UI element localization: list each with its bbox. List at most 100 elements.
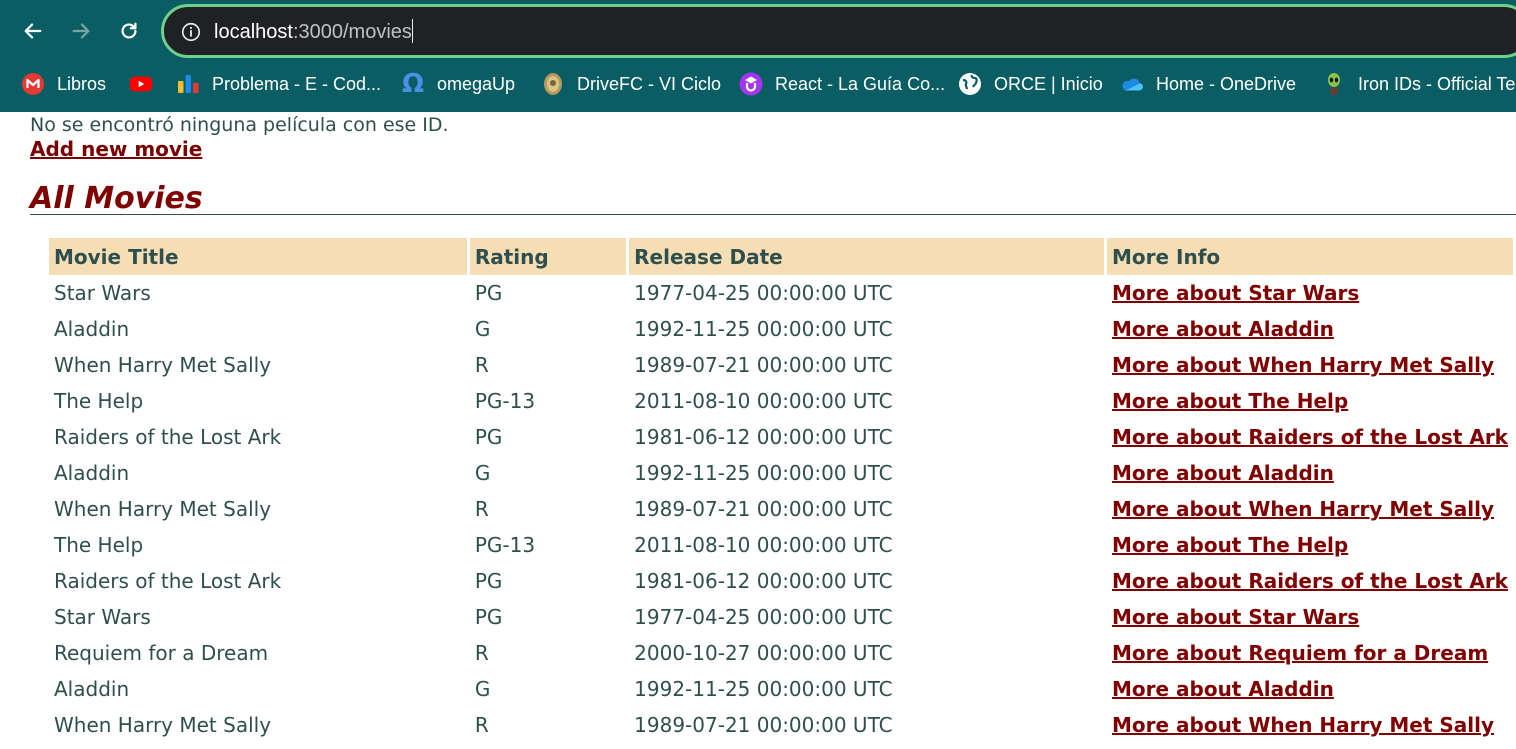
bookmark-onedrive[interactable]: Home - OneDrive [1120, 68, 1296, 100]
table-row: When Harry Met Sally R 1989-07-21 00:00:00… [49, 491, 1513, 527]
bookmark-omegaup[interactable]: Ω omegaUp [401, 68, 515, 100]
more-info-link[interactable]: More about Aladdin [1112, 461, 1334, 485]
release-date-cell: 1981-06-12 00:00:00 UTC [634, 425, 893, 449]
more-info-link[interactable]: More about Aladdin [1112, 677, 1334, 701]
movie-title-cell: Requiem for a Dream [54, 641, 269, 665]
page-content: No se encontró ninguna película con ese … [0, 112, 1516, 749]
table-row: Requiem for a Dream R 2000-10-27 00:00:00 … [49, 635, 1513, 671]
more-info-cell: More about Aladdin [1107, 455, 1513, 491]
bookmark-react[interactable]: React - La Guía Co... [739, 68, 945, 100]
more-info-link[interactable]: More about The Help [1112, 533, 1348, 557]
table-row: Raiders of the Lost Ark PG 1981-06-12 00:0… [49, 419, 1513, 455]
more-info-cell: More about Aladdin [1107, 671, 1513, 707]
release-date-cell: 1977-04-25 00:00:00 UTC [634, 281, 893, 305]
release-date-cell: 1989-07-21 00:00:00 UTC [634, 353, 893, 377]
bookmark-libros[interactable]: Libros [21, 68, 106, 100]
rating-cell: PG [474, 425, 503, 449]
more-info-cell: More about The Help [1107, 527, 1513, 563]
cloud-icon [1120, 72, 1144, 96]
url-host: localhost [214, 21, 293, 43]
column-header-more-info: More Info [1106, 238, 1513, 275]
rating-cell: G [474, 461, 491, 485]
bookmark-label: Problema - E - Cod... [212, 73, 382, 94]
bookmark-drivefc[interactable]: DriveFC - VI Ciclo [541, 68, 721, 100]
rating-cell: R [474, 497, 489, 521]
more-info-link[interactable]: More about Star Wars [1112, 281, 1359, 305]
omega-icon: Ω [401, 69, 425, 99]
rating-cell: PG [474, 281, 503, 305]
more-info-cell: More about When Harry Met Sally [1107, 707, 1513, 743]
table-row: The Help PG-13 2011-08-10 00:00:00 UTC More… [49, 383, 1513, 419]
release-date-cell: 1989-07-21 00:00:00 UTC [634, 713, 893, 737]
forward-button[interactable] [64, 14, 98, 48]
more-info-link[interactable]: More about When Harry Met Sally [1112, 353, 1494, 377]
more-info-link[interactable]: More about When Harry Met Sally [1112, 497, 1494, 521]
more-info-link[interactable]: More about Raiders of the Lost Ark [1112, 569, 1508, 593]
add-new-movie-link[interactable]: Add new movie [30, 137, 202, 161]
more-info-link[interactable]: More about Aladdin [1112, 317, 1334, 341]
more-info-cell: More about Aladdin [1107, 311, 1513, 347]
more-info-link[interactable]: More about Star Wars [1112, 605, 1359, 629]
column-header-release-date: Release Date [629, 238, 1104, 275]
movie-title-cell: The Help [54, 533, 144, 557]
movie-title-cell: Star Wars [54, 605, 151, 629]
release-date-cell: 1989-07-21 00:00:00 UTC [634, 497, 893, 521]
text-caret [411, 19, 413, 43]
bookmark-youtube[interactable] [129, 68, 165, 100]
rating-cell: R [474, 641, 489, 665]
browser-toolbar: localhost:3000/movies [0, 0, 1516, 62]
release-date-cell: 2000-10-27 00:00:00 UTC [634, 641, 893, 665]
bookmark-iron-ids[interactable]: Iron IDs - Official Te... [1322, 68, 1516, 100]
movie-title-cell: Raiders of the Lost Ark [54, 569, 282, 593]
more-info-cell: More about When Harry Met Sally [1107, 491, 1513, 527]
release-date-cell: 1992-11-25 00:00:00 UTC [634, 461, 893, 485]
rating-cell: PG-13 [474, 389, 536, 413]
bookmark-codeforces[interactable]: Problema - E - Cod... [176, 68, 381, 100]
table-row: The Help PG-13 2011-08-10 00:00:00 UTC More… [49, 527, 1513, 563]
column-header-title: Movie Title [49, 238, 467, 275]
flash-notice: No se encontró ninguna película con ese … [30, 114, 449, 136]
table-row: Star Wars PG 1977-04-25 00:00:00 UTC More a… [49, 275, 1513, 311]
more-info-link[interactable]: More about Requiem for a Dream [1112, 641, 1488, 665]
movie-title-cell: When Harry Met Sally [54, 713, 272, 737]
m-logo-icon [21, 72, 45, 96]
bookmark-label: Iron IDs - Official Te... [1358, 73, 1516, 94]
table-row: Aladdin G 1992-11-25 00:00:00 UTC More abou… [49, 311, 1513, 347]
back-button[interactable] [16, 14, 50, 48]
info-icon[interactable] [180, 21, 202, 43]
more-info-cell: More about Raiders of the Lost Ark [1107, 563, 1513, 599]
alien-icon [1322, 72, 1346, 96]
table-body: Star Wars PG 1977-04-25 00:00:00 UTC More a… [49, 275, 1513, 743]
bookmark-label: ORCE | Inicio [994, 73, 1103, 94]
table-row: Raiders of the Lost Ark PG 1981-06-12 00:0… [49, 563, 1513, 599]
bookmark-label: DriveFC - VI Ciclo [577, 73, 722, 94]
release-date-cell: 1981-06-12 00:00:00 UTC [634, 569, 893, 593]
bookmark-label: Libros [57, 73, 107, 94]
more-info-cell: More about The Help [1107, 383, 1513, 419]
table-row: Aladdin G 1992-11-25 00:00:00 UTC More abou… [49, 671, 1513, 707]
rating-cell: PG [474, 605, 503, 629]
reload-button[interactable] [112, 14, 146, 48]
movie-title-cell: The Help [54, 389, 144, 413]
movie-title-cell: Aladdin [54, 461, 130, 485]
more-info-link[interactable]: More about Raiders of the Lost Ark [1112, 425, 1508, 449]
release-date-cell: 1977-04-25 00:00:00 UTC [634, 605, 893, 629]
table-row: When Harry Met Sally R 1989-07-21 00:00:00… [49, 347, 1513, 383]
address-bar[interactable]: localhost:3000/movies [161, 4, 1516, 58]
youtube-icon [129, 72, 153, 96]
release-date-cell: 1992-11-25 00:00:00 UTC [634, 317, 893, 341]
bookmark-orce[interactable]: ORCE | Inicio [958, 68, 1103, 100]
table-row: When Harry Met Sally R 1989-07-21 00:00:00… [49, 707, 1513, 743]
more-info-link[interactable]: More about When Harry Met Sally [1112, 713, 1494, 737]
more-info-link[interactable]: More about The Help [1112, 389, 1348, 413]
url-text[interactable]: localhost:3000/movies [214, 19, 413, 44]
more-info-cell: More about When Harry Met Sally [1107, 347, 1513, 383]
page-title: All Movies [30, 181, 203, 216]
rating-cell: G [474, 317, 491, 341]
more-info-cell: More about Requiem for a Dream [1107, 635, 1513, 671]
bar-chart-icon [176, 72, 200, 96]
movies-table: Movie Title Rating Release Date More Inf… [46, 238, 1516, 743]
bookmarks-bar: Libros Problema - E - Cod... Ω omegaUp D… [0, 64, 1516, 104]
seal-icon [541, 72, 565, 96]
arrow-right-icon [72, 23, 90, 39]
